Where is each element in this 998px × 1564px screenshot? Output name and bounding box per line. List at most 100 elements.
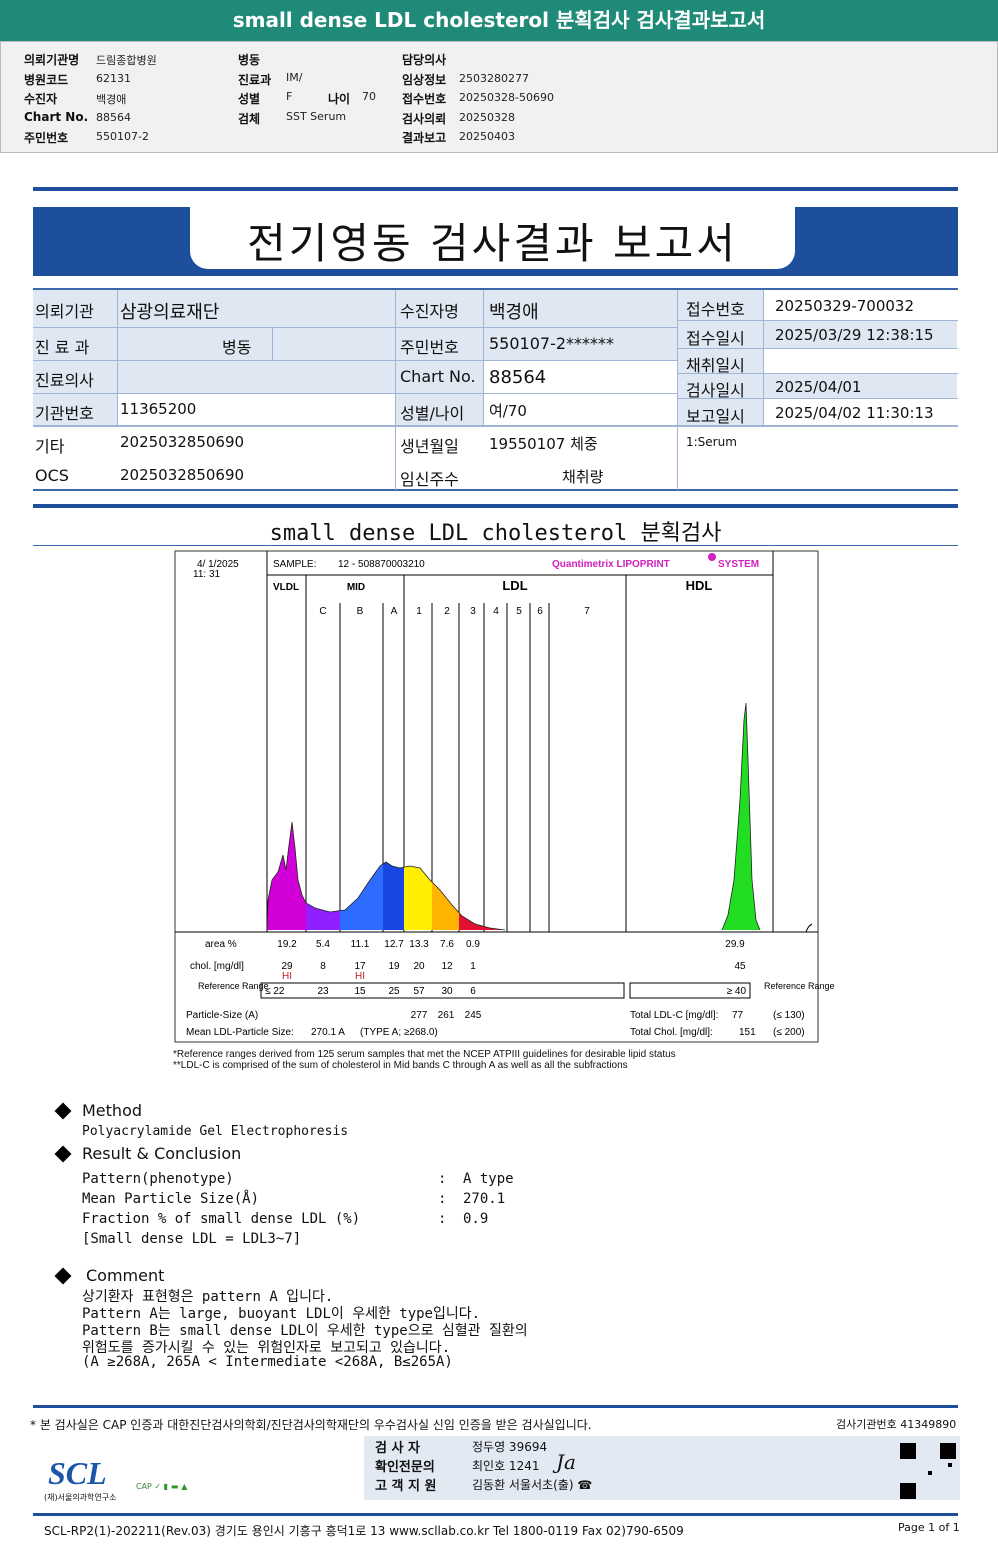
header-label: 수진자 [24, 92, 58, 106]
info-label: 접수번호 [686, 300, 745, 319]
qr-module [952, 1451, 956, 1455]
header-value: 2503280277 [459, 71, 529, 85]
ref-value: 30 [441, 986, 453, 997]
info-value: 11365200 [120, 400, 197, 418]
signature: Ja [556, 1450, 576, 1474]
qr-module [952, 1447, 956, 1451]
datetime: 11: 31 [193, 569, 220, 580]
psize-value: 245 [465, 1010, 482, 1021]
registered-icon [708, 553, 716, 561]
staff-label: 확인전문의 [375, 1460, 435, 1475]
cell-bg [117, 360, 395, 393]
chol-value: 19 [388, 961, 400, 972]
band-label: 6 [537, 606, 543, 617]
qr-module [940, 1447, 944, 1451]
qr-module [912, 1495, 916, 1499]
band-label: C [319, 606, 326, 617]
mean-value: 270.1 A [311, 1027, 345, 1038]
qr-module [908, 1495, 912, 1499]
psize-value: 277 [411, 1010, 428, 1021]
info-value: 2025032850690 [120, 433, 245, 451]
info-value: 550107-2****** [489, 334, 615, 353]
qr-module [928, 1471, 932, 1475]
ref-value: 57 [413, 986, 425, 997]
staff-label: 검 사 자 [375, 1441, 420, 1456]
chol-value: 20 [413, 961, 425, 972]
qr-module [904, 1447, 908, 1451]
diamond-icon [54, 1267, 72, 1285]
ref-value: 6 [470, 986, 476, 997]
qr-module [912, 1483, 916, 1487]
qr-module [904, 1487, 908, 1491]
header-label: 담당의사 [402, 53, 447, 67]
info-value: 88564 [489, 367, 547, 388]
header-value: 62131 [96, 71, 131, 85]
qr-module [912, 1491, 916, 1495]
result-value: 0.9 [463, 1211, 489, 1227]
accreditation-logos: CAP ✓ ▮ ▬ ▲ [136, 1482, 188, 1491]
row-divider [33, 425, 958, 427]
row-divider [33, 393, 677, 394]
group-label: VLDL [273, 582, 299, 593]
age-value: 70 [362, 90, 376, 103]
info-label: 보고일시 [686, 407, 745, 426]
header-value: 드림종합병원 [96, 54, 157, 67]
total-chol-value: 151 [739, 1027, 756, 1038]
comment-line: (A ≥268A, 265A < Intermediate <268A, B≤2… [82, 1354, 453, 1370]
qr-module [904, 1495, 908, 1499]
area-value: 13.3 [409, 939, 429, 950]
chart-frame [174, 550, 819, 1043]
qr-module [908, 1483, 912, 1487]
electrophoresis-chart: 4/ 1/202511: 31SAMPLE: 12 - 508870003210 Q… [174, 550, 835, 1043]
diamond-icon [54, 1102, 72, 1120]
chol-value: 12 [441, 961, 453, 972]
chol-label: chol. [mg/dl] [190, 961, 244, 972]
qr-module [908, 1451, 912, 1455]
staff-value: 최인호 1241 [472, 1459, 540, 1473]
info-label: Chart No. [400, 367, 476, 386]
qr-module [900, 1495, 904, 1499]
qr-module [908, 1487, 912, 1491]
qr-module [900, 1487, 904, 1491]
chol-value: 1 [470, 961, 476, 972]
header-label: 접수번호 [402, 92, 447, 106]
qr-module [904, 1483, 908, 1487]
diamond-icon [54, 1145, 72, 1163]
qr-module [948, 1447, 952, 1451]
header-label: 병원코드 [24, 72, 69, 87]
psize-value: 261 [438, 1010, 455, 1021]
qr-module [908, 1447, 912, 1451]
info-value: 채취량 [562, 468, 604, 486]
total-ldl-label: Total LDL-C [mg/dl]: [630, 1010, 718, 1021]
total-chol-ref: (≤ 200) [773, 1027, 805, 1038]
header-label: 임상정보 [402, 72, 447, 87]
mean-label: Mean LDL-Particle Size: [186, 1027, 294, 1038]
qr-module [904, 1491, 908, 1495]
band-label: 7 [584, 606, 590, 617]
ref-value: 15 [354, 986, 366, 997]
note: *Reference ranges derived from 125 serum… [173, 1049, 676, 1060]
header-label: 검사의뢰 [402, 111, 447, 126]
header-value: 88564 [96, 110, 131, 124]
area-value: 0.9 [466, 939, 480, 950]
info-value: 19550107 체중 [489, 435, 598, 453]
sample-id: 12 - 508870003210 [338, 559, 425, 570]
row-divider [33, 327, 677, 328]
info-label: 의뢰기관 [35, 302, 94, 321]
total-chol-label: Total Chol. [mg/dl]: [630, 1027, 713, 1038]
header-label: 검체 [238, 111, 261, 126]
group-label: MID [347, 582, 365, 593]
header-label: 의뢰기관명 [24, 53, 80, 67]
qr-module [940, 1443, 944, 1447]
header-label: 주민번호 [24, 131, 69, 145]
info-label: 생년월일 [400, 437, 459, 456]
qr-module [944, 1451, 948, 1455]
info-value: 삼광의료재단 [120, 302, 220, 323]
info-label: 수진자명 [400, 302, 459, 321]
header-label: Chart No. [24, 109, 89, 124]
band-label: 4 [493, 606, 499, 617]
hi-flag: HI [282, 971, 292, 982]
chol-value: 8 [320, 961, 326, 972]
hdl-chol: 45 [734, 961, 746, 972]
group-label: LDL [502, 578, 527, 593]
